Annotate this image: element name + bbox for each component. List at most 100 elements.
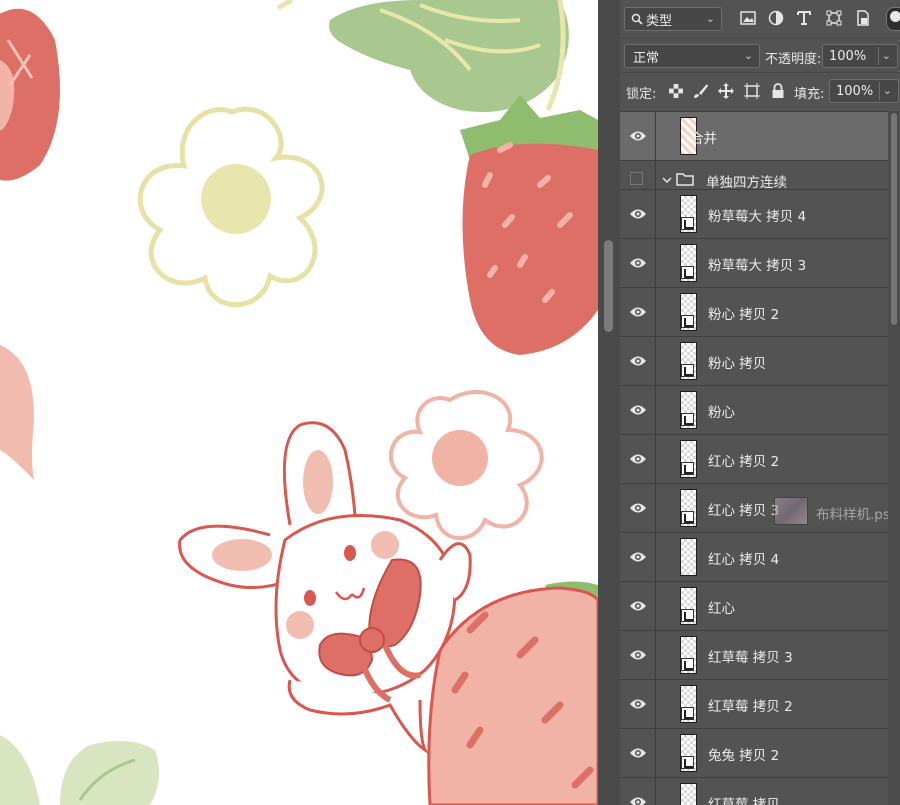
chevron-down-icon[interactable]: ⌄ [882, 49, 891, 62]
smart-object-badge-icon [681, 364, 694, 377]
eye-icon [629, 305, 647, 319]
layer-row[interactable]: 粉心 拷贝 2 [620, 288, 888, 337]
eye-icon [629, 452, 647, 466]
canvas-vertical-scrollbar[interactable] [598, 0, 620, 805]
fill-value: 100% [836, 83, 874, 99]
blend-mode-value: 正常 [633, 50, 660, 66]
layer-name: 粉草莓大 拷贝 4 [708, 209, 807, 225]
visibility-toggle[interactable] [620, 631, 656, 679]
visibility-toggle[interactable] [620, 484, 656, 532]
document-canvas[interactable] [0, 0, 598, 805]
layer-row[interactable]: 兔兔 拷贝 2 [620, 729, 888, 778]
canvas-scrollbar-thumb[interactable] [604, 240, 613, 332]
layer-row[interactable]: 红草莓 拷贝 [620, 778, 888, 805]
layer-row[interactable]: 红心 拷贝 4 [620, 533, 888, 582]
layer-row[interactable]: 红草莓 拷贝 2 [620, 680, 888, 729]
layer-thumbnail [680, 783, 697, 805]
search-icon [631, 13, 643, 25]
layer-name: 粉心 [708, 405, 735, 421]
smart-object-filter-icon[interactable] [855, 10, 871, 26]
visibility-toggle[interactable] [620, 435, 656, 483]
eye-icon [629, 697, 647, 711]
toggle-knob [890, 11, 900, 22]
smart-object-badge-icon [681, 266, 694, 279]
chevron-down-icon: ⌄ [743, 49, 753, 62]
visibility-toggle[interactable] [620, 778, 656, 805]
lock-label: 锁定: [626, 87, 657, 102]
visibility-toggle[interactable] [620, 288, 656, 336]
visibility-toggle[interactable] [620, 729, 656, 777]
layer-row[interactable]: 粉草莓大 拷贝 4 [620, 190, 888, 239]
layer-name: 兔兔 拷贝 2 [708, 748, 780, 764]
layer-name: 粉草莓大 拷贝 3 [708, 258, 807, 274]
layer-thumbnail [680, 538, 697, 576]
chevron-down-icon: ⌄ [705, 12, 715, 25]
layer-row[interactable]: 红心 拷贝 3 [620, 484, 888, 533]
image-filter-icon[interactable] [740, 10, 756, 26]
lock-position-icon[interactable] [718, 83, 734, 99]
layer-name: 单独四方连续 [706, 175, 787, 191]
smart-object-badge-icon [681, 511, 694, 524]
eye-icon [629, 501, 647, 515]
layer-row[interactable]: 粉草莓大 拷贝 3 [620, 239, 888, 288]
blend-mode-select[interactable]: 正常 ⌄ [624, 44, 760, 68]
layers-scrollbar[interactable] [888, 111, 900, 805]
layer-filter-select[interactable]: 类型 ⌄ [624, 7, 722, 31]
layer-list[interactable]: 合并单独四方连续粉草莓大 拷贝 4 粉草莓大 拷贝 3 粉心 拷贝 2 粉心 拷贝粉心… [620, 111, 888, 805]
eye-icon [629, 648, 647, 662]
eye-icon [629, 129, 647, 143]
layer-row[interactable]: 红心 拷贝 2 [620, 435, 888, 484]
lock-paint-icon[interactable] [693, 83, 709, 99]
shape-filter-icon[interactable] [826, 10, 842, 26]
layer-row[interactable]: 粉心 [620, 386, 888, 435]
eye-icon [629, 403, 647, 417]
visibility-toggle[interactable] [620, 337, 656, 385]
visibility-toggle[interactable] [620, 161, 656, 189]
lock-all-icon[interactable] [770, 83, 786, 99]
visibility-toggle[interactable] [620, 582, 656, 630]
layer-name: 粉心 拷贝 [708, 356, 767, 372]
field-divider [879, 82, 880, 100]
visibility-toggle[interactable] [620, 680, 656, 728]
layer-group-row[interactable]: 单独四方连续 [620, 161, 888, 191]
layer-row[interactable]: 红心 [620, 582, 888, 631]
layer-row[interactable]: 红草莓 拷贝 3 [620, 631, 888, 680]
lock-fill-bar: 锁定: 填充: 100% ⌄ [620, 72, 900, 110]
layer-name: 合并 [690, 131, 717, 147]
visibility-toggle[interactable] [620, 190, 656, 238]
type-filter-icon[interactable] [796, 10, 812, 26]
layer-filter-bar: 类型 ⌄ [620, 0, 900, 38]
eye-icon [629, 599, 647, 613]
smart-object-badge-icon [681, 217, 694, 230]
chevron-down-icon[interactable] [662, 174, 672, 184]
adjustment-filter-icon[interactable] [768, 10, 784, 26]
smart-object-badge-icon [681, 756, 694, 769]
lock-artboard-icon[interactable] [744, 83, 760, 99]
visibility-toggle[interactable] [620, 112, 656, 160]
eye-icon [629, 354, 647, 368]
layers-scrollbar-thumb[interactable] [891, 113, 897, 325]
layer-row[interactable]: 合并 [620, 112, 888, 161]
pattern-artwork [0, 0, 598, 805]
layer-name: 红心 拷贝 4 [708, 552, 780, 568]
filter-toggle-switch[interactable] [886, 7, 900, 31]
smart-object-badge-icon [681, 315, 694, 328]
layer-name: 红草莓 拷贝 [708, 797, 780, 805]
visibility-toggle[interactable] [620, 533, 656, 581]
layer-name: 红草莓 拷贝 2 [708, 699, 793, 715]
fill-input[interactable]: 100% ⌄ [829, 79, 899, 103]
eye-icon [629, 550, 647, 564]
layer-row[interactable]: 粉心 拷贝 [620, 337, 888, 386]
visibility-toggle[interactable] [620, 239, 656, 287]
smart-object-badge-icon [681, 658, 694, 671]
opacity-input[interactable]: 100% ⌄ [822, 44, 898, 68]
visibility-toggle[interactable] [620, 386, 656, 434]
layer-name: 红心 [708, 601, 735, 617]
folder-icon [676, 172, 694, 186]
lock-transparent-icon[interactable] [668, 83, 684, 99]
filter-type-label: 类型 [646, 13, 673, 29]
layer-name: 红心 拷贝 2 [708, 454, 780, 470]
field-divider [878, 47, 879, 65]
chevron-down-icon[interactable]: ⌄ [883, 84, 892, 97]
hidden-visibility-box [630, 172, 643, 185]
